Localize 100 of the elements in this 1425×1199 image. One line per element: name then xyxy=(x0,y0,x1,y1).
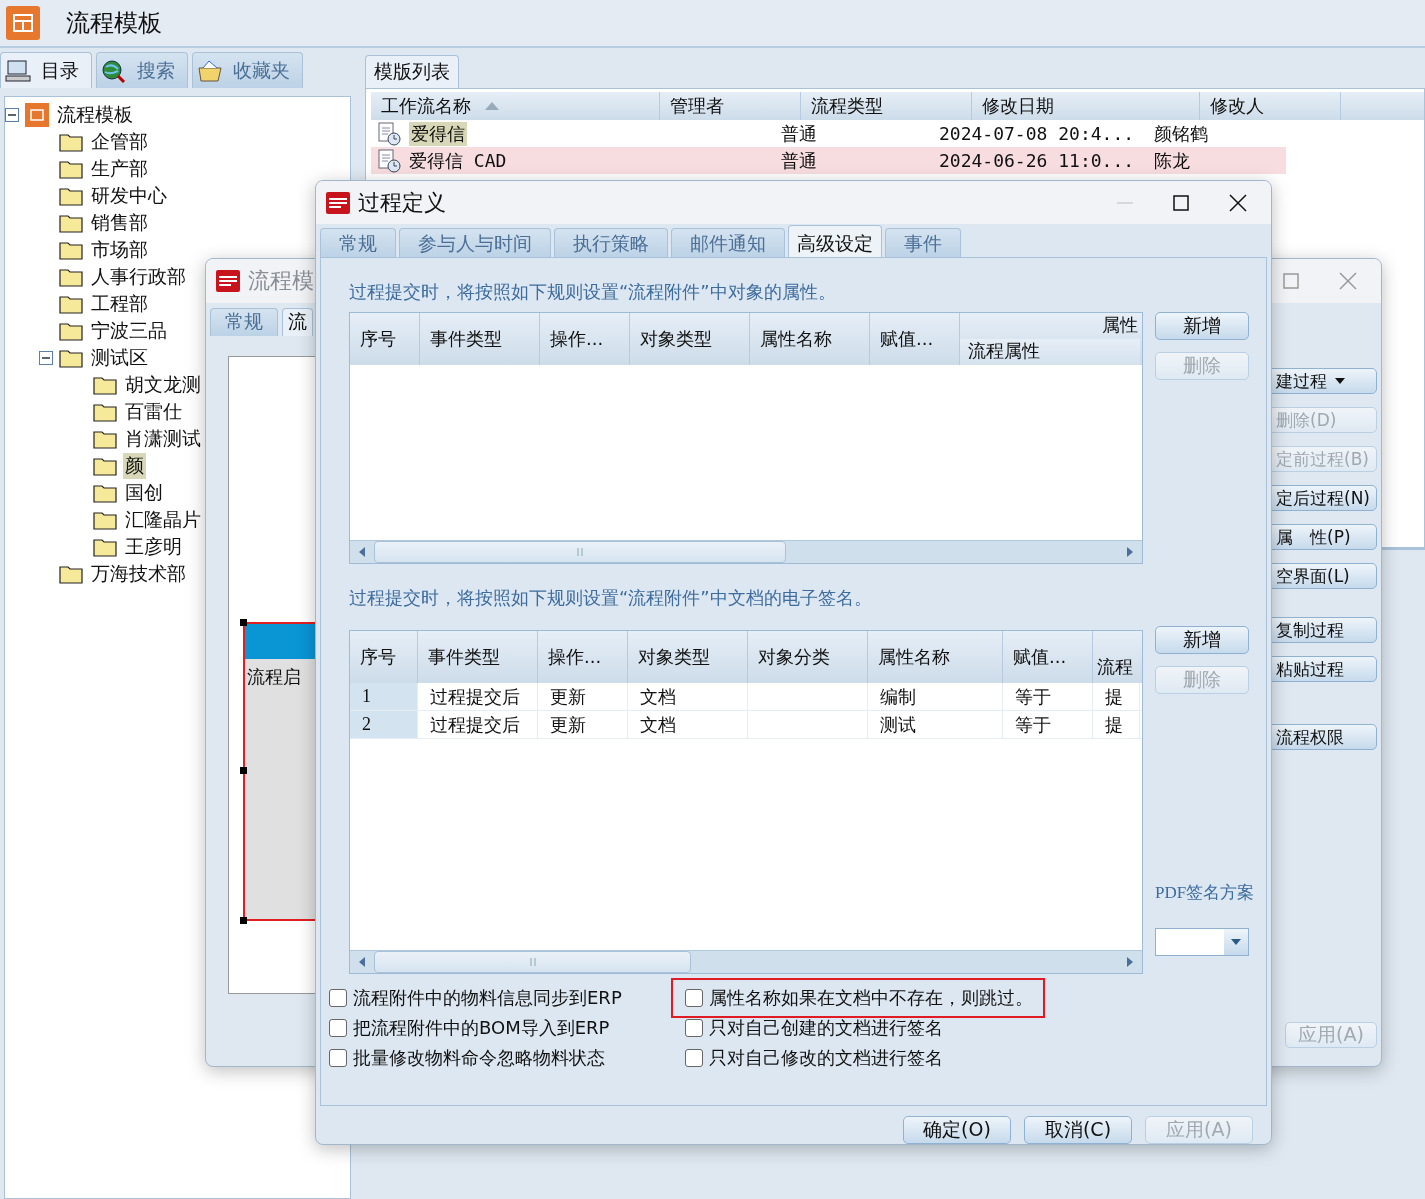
table-cell: 过程提交后 xyxy=(418,711,538,739)
column-header[interactable]: 修改人 xyxy=(1200,92,1341,120)
table-cell: 2 xyxy=(350,711,418,739)
tree-item[interactable]: 生产部 xyxy=(89,155,150,182)
button[interactable]: 确定(O) xyxy=(903,1116,1011,1144)
checkbox-label[interactable]: 属性名称如果在文档中不存在，则跳过。 xyxy=(709,986,1033,1011)
tree-item[interactable]: 研发中心 xyxy=(89,182,169,209)
column-header[interactable]: 操作... xyxy=(538,631,628,684)
checkbox[interactable] xyxy=(685,1049,703,1068)
scroll-left-icon[interactable] xyxy=(359,957,365,968)
tab[interactable]: 高级设定 xyxy=(788,225,882,258)
tree-item[interactable]: 百雷仕 xyxy=(123,398,184,425)
column-header[interactable]: 流程 xyxy=(1093,631,1140,684)
scroll-right-icon[interactable] xyxy=(1127,547,1133,558)
tab[interactable]: 流 xyxy=(282,308,313,336)
tree-item[interactable]: 国创 xyxy=(123,479,165,506)
column-header[interactable]: 对象类型 xyxy=(628,631,748,684)
app-icon xyxy=(6,6,40,40)
tree-item[interactable]: 市场部 xyxy=(89,236,150,263)
horizontal-scrollbar[interactable] xyxy=(350,950,1142,974)
column-header[interactable]: 工作流名称 xyxy=(371,92,660,120)
horizontal-scrollbar[interactable] xyxy=(350,540,1142,564)
folder-icon xyxy=(59,563,83,584)
table-cell: 更新 xyxy=(538,711,628,739)
button[interactable]: 新增 xyxy=(1155,626,1249,655)
collapse-icon[interactable] xyxy=(5,107,19,122)
tab[interactable]: 常规 xyxy=(320,228,396,258)
tree-item[interactable]: 销售部 xyxy=(89,209,150,236)
table-cell: 更新 xyxy=(538,683,628,711)
column-header[interactable]: 赋值... xyxy=(1003,631,1093,684)
checkbox[interactable] xyxy=(685,989,703,1008)
resize-handle[interactable] xyxy=(240,917,247,924)
tree-item[interactable]: 万海技术部 xyxy=(89,560,188,587)
column-header[interactable]: 事件类型 xyxy=(420,313,540,366)
window-title: 流程模 xyxy=(248,267,314,295)
column-header[interactable]: 对象类型 xyxy=(630,313,750,366)
button[interactable]: 新增 xyxy=(1155,312,1249,341)
folder-icon xyxy=(59,212,83,233)
tree-item[interactable]: 胡文龙测 xyxy=(123,371,203,398)
plm-logo-icon xyxy=(326,191,350,214)
checkbox[interactable] xyxy=(329,989,347,1008)
checkbox-label[interactable]: 批量修改物料命令忽略物料状态 xyxy=(353,1046,605,1071)
table-cell: 提 xyxy=(1093,683,1140,711)
checkbox-label[interactable]: 只对自己创建的文档进行签名 xyxy=(709,1016,943,1041)
maximize-icon[interactable] xyxy=(1173,194,1189,211)
column-header[interactable]: 流程类型 xyxy=(801,92,972,120)
column-header[interactable]: 管理者 xyxy=(660,92,801,120)
dropdown[interactable] xyxy=(1155,928,1249,957)
collapse-icon[interactable] xyxy=(39,350,53,365)
table-cell: 过程提交后 xyxy=(418,683,538,711)
column-header[interactable]: 操作... xyxy=(540,313,630,366)
column-header[interactable]: 属性名称 xyxy=(750,313,870,366)
grip-icon xyxy=(529,958,536,967)
scroll-left-icon[interactable] xyxy=(359,547,365,558)
tab[interactable]: 事件 xyxy=(885,228,961,258)
tree-item[interactable]: 流程模板 xyxy=(55,101,135,128)
resize-handle[interactable] xyxy=(240,767,247,774)
tab[interactable]: 常规 xyxy=(210,308,278,336)
section-caption: 过程提交时，将按照如下规则设置“流程附件”中文档的电子签名。 xyxy=(349,586,873,611)
tree-item[interactable]: 颜 xyxy=(123,452,146,479)
tree-item[interactable]: 人事行政部 xyxy=(89,263,188,290)
checkbox[interactable] xyxy=(329,1019,347,1038)
column-header[interactable]: 属性名称 xyxy=(868,631,1003,684)
tab[interactable]: 执行策略 xyxy=(554,228,668,258)
tree-item[interactable]: 工程部 xyxy=(89,290,150,317)
close-icon[interactable] xyxy=(1229,193,1247,212)
checkbox[interactable] xyxy=(685,1019,703,1038)
tab[interactable]: 收藏夹 xyxy=(192,52,303,88)
tab[interactable]: 邮件通知 xyxy=(671,228,785,258)
checkbox[interactable] xyxy=(329,1049,347,1068)
column-group-header: 属性 xyxy=(1101,313,1139,338)
button[interactable]: 取消(C) xyxy=(1024,1116,1132,1144)
tree-item[interactable]: 肖潇测试 xyxy=(123,425,203,452)
tree-item[interactable]: 测试区 xyxy=(89,344,150,371)
caret-icon xyxy=(1335,378,1345,384)
checkbox-label[interactable]: 流程附件中的物料信息同步到ERP xyxy=(353,986,622,1011)
scroll-right-icon[interactable] xyxy=(1127,957,1133,968)
folder-icon xyxy=(59,266,83,287)
tree-item[interactable]: 王彦明 xyxy=(123,533,184,560)
checkbox-label[interactable]: 只对自己修改的文档进行签名 xyxy=(709,1046,943,1071)
table-cell: 颜铭鹤 xyxy=(1154,121,1208,146)
tab[interactable]: 目录 xyxy=(0,52,92,88)
tree-item[interactable]: 企管部 xyxy=(89,128,150,155)
grip-icon xyxy=(577,548,583,557)
tab[interactable]: 模版列表 xyxy=(365,55,459,88)
column-header[interactable]: 修改日期 xyxy=(972,92,1200,120)
folder-star-icon xyxy=(197,58,223,83)
resize-handle[interactable] xyxy=(240,619,247,626)
column-header[interactable]: 事件类型 xyxy=(418,631,538,684)
column-header[interactable]: 流程属性 xyxy=(960,339,1140,366)
computer-icon xyxy=(5,58,31,83)
checkbox-label[interactable]: 把流程附件中的BOM导入到ERP xyxy=(353,1016,610,1041)
table-cell: 普通 xyxy=(781,148,817,173)
tab[interactable]: 参与人与时间 xyxy=(399,228,551,258)
column-header[interactable]: 序号 xyxy=(350,313,420,366)
column-header[interactable]: 对象分类 xyxy=(748,631,868,684)
tab[interactable]: 搜索 xyxy=(96,52,188,88)
table-cell: 普通 xyxy=(781,121,817,146)
tree-item[interactable]: 宁波三品 xyxy=(89,317,169,344)
tree-item[interactable]: 汇隆晶片 xyxy=(123,506,203,533)
